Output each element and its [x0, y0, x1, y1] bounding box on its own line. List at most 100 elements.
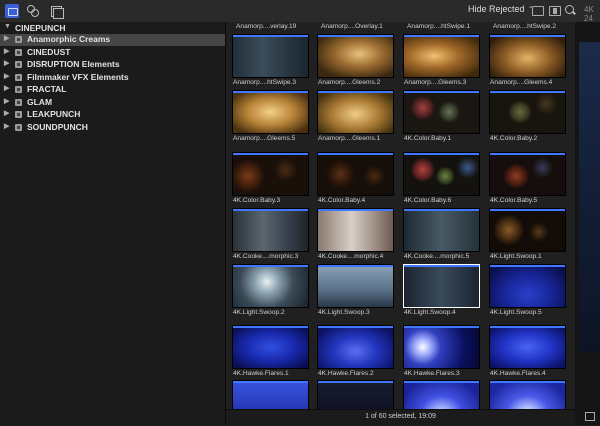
clip-image	[232, 34, 309, 78]
clip-image	[232, 152, 309, 196]
clip-browser: Anamorp....verlay.19 Anamorp....Overlay.…	[226, 22, 575, 409]
clip-range-bar	[490, 91, 565, 93]
clip-name: Anamorp....Gleems.4	[490, 79, 553, 86]
viewer-format-label: 4K 24	[584, 5, 594, 23]
toolbar: Hide Rejected ⌃ 4K 24	[0, 0, 600, 23]
clip-range-bar	[318, 381, 393, 383]
clip-image	[317, 90, 394, 134]
event-icon	[15, 98, 22, 106]
clip-range-bar	[233, 153, 308, 155]
clip-name: 4K.Color.Baby.1	[404, 135, 452, 142]
clip-name: 4K.Light.Swoop.2	[233, 309, 285, 316]
status-bar: 1 of 60 selected, 19:09	[226, 409, 575, 426]
sidebar-item-filmmaker[interactable]: ▶ Filmmaker VFX Elements	[0, 72, 225, 84]
disclosure-closed-icon[interactable]: ▶	[4, 109, 9, 117]
clip-range-bar	[233, 381, 308, 383]
clip-name: 4K.Color.Baby.2	[490, 135, 538, 142]
disclosure-closed-icon[interactable]: ▶	[4, 34, 9, 42]
clip-image	[489, 34, 566, 78]
clip-range-bar	[490, 153, 565, 155]
sidebar-item-soundpunch[interactable]: ▶ SOUNDPUNCH	[0, 122, 225, 134]
disclosure-closed-icon[interactable]: ▶	[4, 84, 9, 92]
clip-name: Anamorp....Overlay.1	[321, 23, 383, 30]
clip-image	[489, 152, 566, 196]
clip-range-bar	[404, 381, 479, 383]
clip-appearance-icon[interactable]	[532, 6, 544, 16]
clip-name: Anamorp....Gleems.2	[318, 79, 381, 86]
clip-image	[403, 325, 480, 369]
sidebar-item-disruption[interactable]: ▶ DISRUPTION Elements	[0, 59, 225, 71]
libraries-icon[interactable]	[5, 4, 19, 18]
filmstrip-view-icon[interactable]	[549, 6, 561, 16]
clip-image	[317, 380, 394, 409]
clip-name: Anamorp....htSwipe.1	[407, 23, 471, 30]
clip-image	[403, 208, 480, 252]
sidebar-item-label: LEAKPUNCH	[27, 109, 81, 119]
clip-range-bar	[404, 209, 479, 211]
clip-range-bar	[404, 265, 479, 267]
titles-generators-icon[interactable]	[49, 4, 64, 19]
clip-range-bar	[490, 326, 565, 328]
search-icon[interactable]	[565, 5, 574, 14]
disclosure-closed-icon[interactable]: ▶	[4, 47, 9, 55]
event-icon	[15, 61, 22, 68]
clip-range-bar	[318, 91, 393, 93]
clip-range-bar	[233, 35, 308, 37]
filter-label: Hide Rejected	[468, 4, 525, 14]
disclosure-closed-icon[interactable]: ▶	[4, 72, 9, 80]
event-icon	[15, 36, 22, 43]
clip-range-bar	[490, 265, 565, 267]
clip-image	[403, 152, 480, 196]
clip-name: 4K.Light.Swoop.5	[490, 309, 542, 316]
disclosure-open-icon[interactable]: ▼	[4, 23, 11, 30]
selection-status: 1 of 60 selected, 19:09	[365, 413, 436, 420]
sidebar-item-fractal[interactable]: ▶ FRACTAL	[0, 84, 225, 96]
sidebar-item-anamorphic-creams[interactable]: ▶ Anamorphic Creams	[0, 34, 225, 46]
disclosure-closed-icon[interactable]: ▶	[4, 122, 9, 130]
sidebar-item-leakpunch[interactable]: ▶ LEAKPUNCH	[0, 109, 225, 121]
clip-range-bar	[318, 265, 393, 267]
clip-name: 4K.Hawke.Flares.1	[233, 370, 289, 377]
clip-name: Anamorp....htSwipe.2	[493, 23, 557, 30]
event-icon	[15, 73, 22, 81]
clip-name: 4K.Cooke....morphic.3	[233, 253, 299, 260]
clip-range-bar	[404, 35, 479, 37]
clip-range-bar	[233, 265, 308, 267]
clip-image	[489, 90, 566, 134]
clip-image	[489, 264, 566, 308]
sidebar-item-cinedust[interactable]: ▶ CINEDUST	[0, 47, 225, 59]
clip-image	[489, 380, 566, 409]
clip-image	[232, 380, 309, 409]
clip-range-bar	[233, 209, 308, 211]
disclosure-closed-icon[interactable]: ▶	[4, 97, 9, 105]
clip-name: Anamorp....Gleems.5	[233, 135, 296, 142]
clip-name: 4K.Color.Baby.6	[404, 197, 452, 204]
sidebar: ▼ CINEPUNCH ▶ Anamorphic Creams ▶ CINEDU…	[0, 22, 226, 425]
clip-name: 4K.Color.Baby.4	[318, 197, 366, 204]
photos-audio-icon[interactable]	[26, 4, 40, 18]
sidebar-item-glam[interactable]: ▶ GLAM	[0, 97, 225, 109]
clip-image	[232, 90, 309, 134]
sidebar-item-label: CINEDUST	[27, 46, 71, 57]
clip-range-bar	[404, 326, 479, 328]
sidebar-item-label: DISRUPTION Elements	[27, 59, 120, 69]
event-icon	[15, 48, 22, 56]
sidebar-item-label: Anamorphic Creams	[27, 34, 111, 44]
clip-range-bar	[404, 153, 479, 155]
clip-image	[317, 208, 394, 252]
event-icon	[15, 86, 22, 93]
library-label: CINEPUNCH	[15, 23, 66, 33]
viewer-options-icon[interactable]	[585, 412, 595, 421]
clip-name: Anamorp....verlay.19	[236, 23, 297, 30]
clip-range-bar	[490, 209, 565, 211]
clip-name: Anamorp....htSwipe.3	[233, 79, 297, 86]
filter-dropdown[interactable]: Hide Rejected ⌃	[468, 4, 534, 14]
clip-image	[403, 90, 480, 134]
disclosure-closed-icon[interactable]: ▶	[4, 59, 9, 67]
clip-name: 4K.Light.Swoop.3	[318, 309, 370, 316]
clip-image	[232, 325, 309, 369]
clip-name: 4K.Hawke.Flares.4	[490, 370, 546, 377]
sidebar-item-label: Filmmaker VFX Elements	[27, 71, 129, 82]
clip-image	[232, 208, 309, 252]
clip-range-bar	[318, 209, 393, 211]
